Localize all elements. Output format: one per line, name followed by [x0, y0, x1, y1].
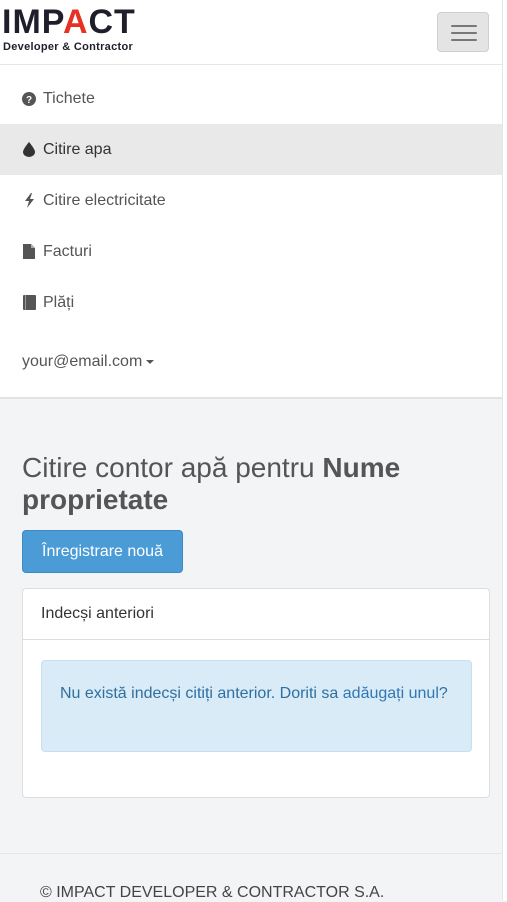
water-drop-icon [22, 142, 36, 158]
file-icon [22, 244, 36, 260]
menu-item-citire-electricitate[interactable]: Citire electricitate [0, 175, 502, 226]
empty-state-alert: Nu există indecși citiți anterior. Dorit… [41, 660, 472, 752]
previous-readings-panel: Indecși anteriori Nu există indecși citi… [22, 588, 490, 798]
nav-menu: ? Tichete Citire apa Citire electricitat… [0, 65, 502, 399]
book-icon [22, 295, 36, 311]
panel-title: Indecși anteriori [23, 589, 489, 640]
caret-down-icon [146, 360, 155, 364]
logo-tagline: Developer & Contractor [3, 41, 134, 53]
user-email: your@email.com [22, 353, 143, 370]
menu-item-label: Citire electricitate [43, 191, 166, 209]
footer-divider [0, 853, 502, 854]
menu-item-label: Tichete [43, 89, 95, 107]
new-reading-button[interactable]: Înregistrare nouă [22, 530, 183, 573]
question-circle-icon: ? [22, 91, 36, 107]
menu-toggle-button[interactable] [437, 12, 489, 52]
menu-item-tichete[interactable]: ? Tichete [0, 73, 502, 124]
menu-item-label: Plăți [43, 293, 75, 311]
footer-copyright: © IMPACT DEVELOPER & CONTRACTOR S.A. [40, 884, 385, 901]
page-title: Citire contor apă pentru Nume proprietat… [22, 452, 401, 515]
lightning-bolt-icon [22, 193, 36, 209]
menu-item-plati[interactable]: Plăți [0, 277, 502, 328]
hamburger-icon [451, 25, 477, 27]
window-edge [502, 0, 507, 900]
alert-text: Nu există indecși citiți anterior. Dorit… [60, 685, 343, 702]
navbar: IMPACT Developer & Contractor [0, 0, 502, 65]
logo-wordmark: IMPACT [2, 3, 136, 41]
user-dropdown[interactable]: your@email.com [22, 353, 155, 371]
menu-item-facturi[interactable]: Facturi [0, 226, 502, 277]
menu-item-label: Facturi [43, 242, 92, 260]
menu-item-label: Citire apa [43, 140, 112, 158]
svg-text:?: ? [26, 95, 32, 106]
menu-item-citire-apa[interactable]: Citire apa [0, 124, 502, 175]
company-logo[interactable]: IMPACT Developer & Contractor [2, 4, 162, 56]
add-reading-link[interactable]: adăugați unul [343, 685, 439, 702]
